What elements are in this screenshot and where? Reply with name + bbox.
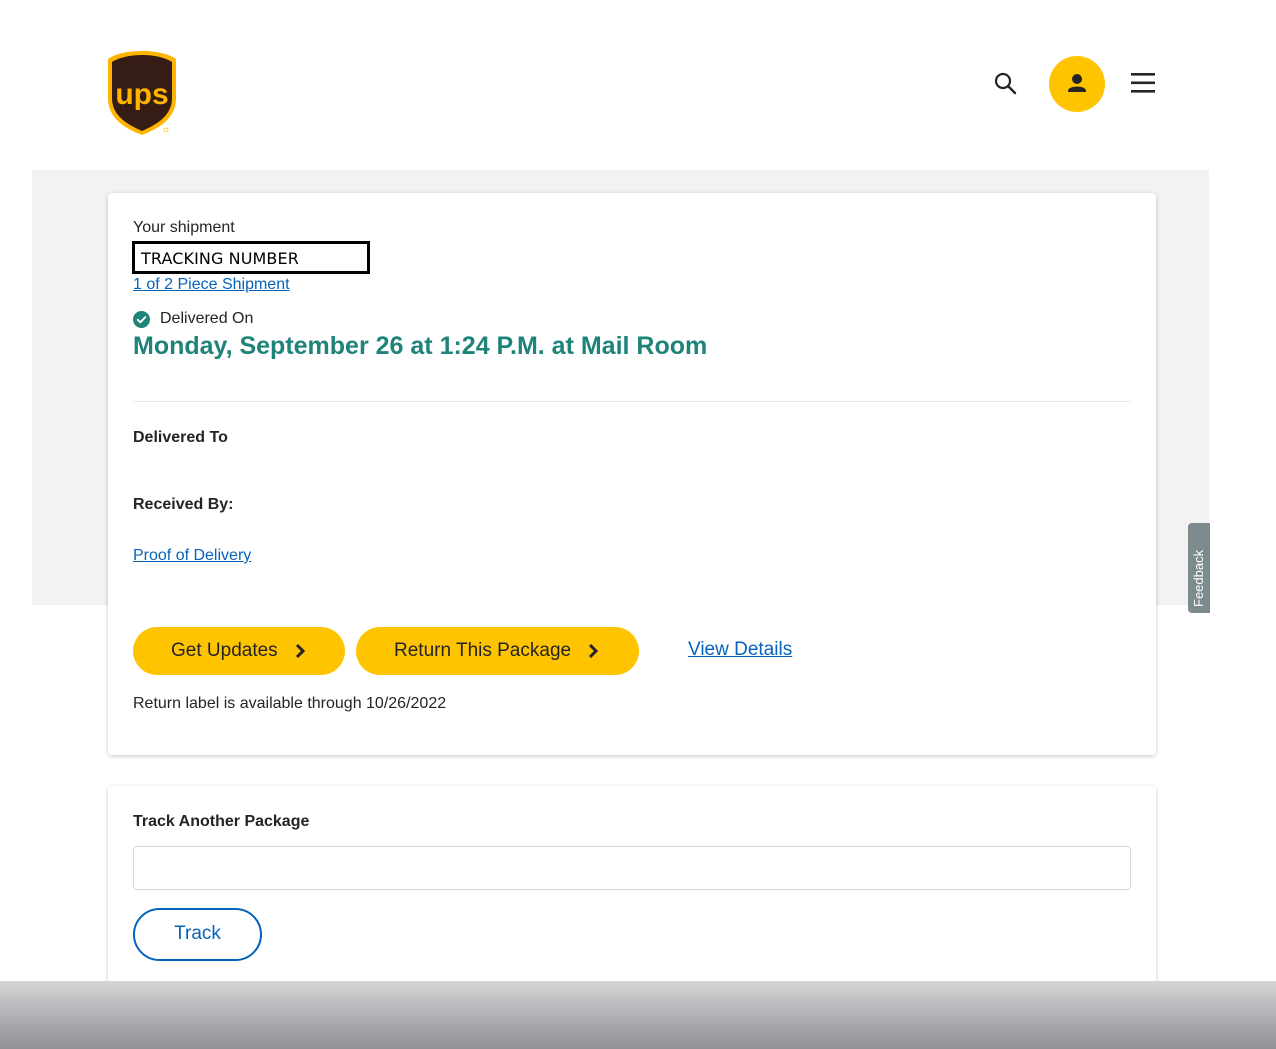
chevron-right-icon: [295, 643, 306, 659]
feedback-label: Feedback: [1191, 549, 1206, 607]
user-icon: [1068, 74, 1086, 92]
page: ups Feedback Your shipment TRACKING NUMB…: [0, 0, 1276, 1049]
status-label: Delivered On: [160, 310, 254, 327]
bottom-overlay: [0, 981, 1276, 1049]
search-icon[interactable]: [992, 70, 1020, 98]
delivered-to-label: Delivered To: [133, 429, 228, 446]
delivery-datetime: Monday, September 26 at 1:24 P.M. at Mai…: [133, 332, 708, 360]
track-another-heading: Track Another Package: [133, 813, 310, 830]
logo-text: ups: [115, 78, 168, 111]
get-updates-label: Get Updates: [171, 640, 278, 661]
shipment-card: Your shipment TRACKING NUMBER 1 of 2 Pie…: [108, 193, 1156, 755]
site-header: ups: [0, 0, 1276, 170]
chevron-right-icon: [588, 643, 599, 659]
hamburger-menu-icon[interactable]: [1128, 68, 1158, 98]
return-package-button[interactable]: Return This Package: [356, 627, 639, 675]
return-label-note: Return label is available through 10/26/…: [133, 695, 447, 712]
account-button[interactable]: [1049, 56, 1105, 112]
feedback-tab[interactable]: Feedback: [1188, 523, 1210, 613]
track-button[interactable]: Track: [133, 908, 262, 961]
return-package-label: Return This Package: [394, 640, 572, 661]
received-by-label: Received By:: [133, 496, 234, 513]
divider: [133, 401, 1131, 402]
tracking-number-input[interactable]: [133, 846, 1131, 890]
piece-shipment-link[interactable]: 1 of 2 Piece Shipment: [133, 276, 290, 294]
track-button-label: Track: [174, 923, 221, 944]
track-another-card: Track Another Package Track: [108, 786, 1156, 986]
ups-logo[interactable]: ups: [106, 50, 178, 136]
check-circle-icon: [133, 311, 150, 328]
tracking-number: TRACKING NUMBER: [141, 249, 299, 268]
get-updates-button[interactable]: Get Updates: [133, 627, 345, 675]
tracking-number-box: TRACKING NUMBER: [132, 241, 370, 274]
proof-of-delivery-link[interactable]: Proof of Delivery: [133, 547, 251, 565]
view-details-link[interactable]: View Details: [688, 639, 792, 661]
shipment-label: Your shipment: [133, 219, 235, 236]
